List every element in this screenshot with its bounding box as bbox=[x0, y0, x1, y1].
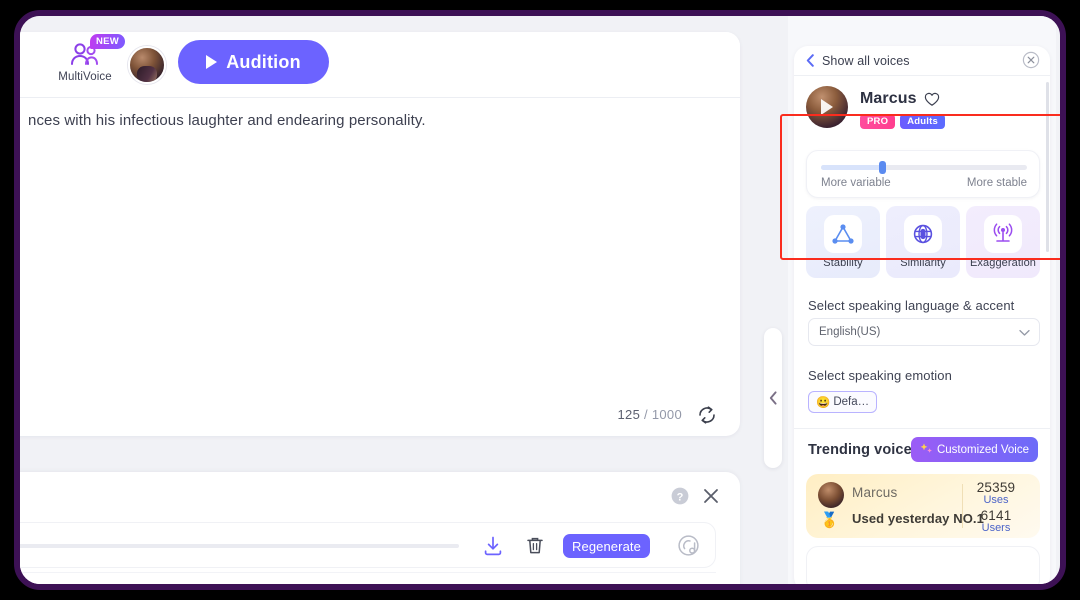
voice-badges: PRO Adults bbox=[860, 114, 945, 129]
slider-fill bbox=[821, 165, 883, 170]
trending-voice-name: Marcus bbox=[852, 485, 898, 500]
editor-text-area[interactable]: nces with his infectious laughter and en… bbox=[20, 98, 740, 436]
audition-label: Audition bbox=[226, 51, 301, 72]
multivoice-label: MultiVoice bbox=[58, 71, 112, 83]
new-badge: NEW bbox=[90, 34, 126, 49]
audition-button[interactable]: Audition bbox=[178, 40, 329, 84]
emotion-section-title: Select speaking emotion bbox=[808, 368, 952, 383]
broadcast-tower-icon bbox=[984, 215, 1022, 253]
chevron-left-icon bbox=[769, 391, 777, 405]
slider-label-left: More variable bbox=[821, 177, 891, 189]
voice-header: Marcus PRO Adults bbox=[794, 76, 1050, 142]
trending-voice-avatar bbox=[818, 482, 844, 508]
collapse-panel-handle[interactable] bbox=[764, 328, 782, 468]
customized-voice-button[interactable]: Customized Voice bbox=[910, 437, 1038, 462]
language-value: English(US) bbox=[819, 326, 881, 338]
users-count: 6141 bbox=[980, 508, 1012, 523]
panel-scrollbar[interactable] bbox=[1046, 82, 1049, 252]
globe-sphere-icon bbox=[904, 215, 942, 253]
voice-name: Marcus bbox=[860, 90, 917, 107]
sparkle-icon bbox=[920, 442, 933, 458]
regenerate-button[interactable]: Regenerate bbox=[563, 534, 650, 558]
player-footer-strip bbox=[20, 572, 716, 584]
voice-feature-buttons: Stability Similarity Exaggeration bbox=[806, 206, 1040, 278]
slider-label-right: More stable bbox=[966, 177, 1027, 189]
trending-voice-item[interactable]: Marcus 🥇 Used yesterday NO.1 25359 Uses … bbox=[806, 474, 1040, 538]
feature-label-similarity: Similarity bbox=[900, 257, 946, 269]
medal-icon: 🥇 bbox=[820, 512, 839, 529]
feature-label-stability: Stability bbox=[823, 257, 863, 269]
chevron-down-icon bbox=[1019, 328, 1030, 340]
panel-close-icon[interactable] bbox=[1022, 51, 1040, 69]
voice-settings-panel: Show all voices Marcus PRO Adults More v… bbox=[780, 16, 1060, 584]
multivoice-button[interactable]: NEW MultiVoice bbox=[54, 34, 126, 83]
svg-text:?: ? bbox=[677, 491, 684, 503]
section-divider bbox=[794, 428, 1050, 429]
script-editor-card: NEW MultiVoice Audition nces with his in… bbox=[20, 32, 740, 436]
stats-divider bbox=[962, 484, 963, 528]
player-header: ? bbox=[20, 472, 740, 522]
character-counter: 125 / 1000 bbox=[618, 407, 682, 422]
feature-button-stability[interactable]: Stability bbox=[806, 206, 880, 278]
app-window: NEW MultiVoice Audition nces with his in… bbox=[20, 16, 1060, 584]
stability-slider-card: More variable More stable bbox=[806, 150, 1040, 198]
trending-stat-uses: 25359 Uses bbox=[966, 480, 1026, 506]
language-select[interactable]: English(US) bbox=[808, 318, 1040, 346]
editor-toolbar: NEW MultiVoice Audition bbox=[20, 32, 740, 98]
triangle-nodes-icon bbox=[824, 215, 862, 253]
audio-progress-bar[interactable] bbox=[20, 544, 459, 548]
language-section-title: Select speaking language & accent bbox=[808, 298, 1015, 313]
char-limit: 1000 bbox=[651, 407, 682, 422]
help-icon[interactable]: ? bbox=[670, 486, 690, 506]
player-controls-row: Regenerate bbox=[20, 522, 716, 568]
feature-button-exaggeration[interactable]: Exaggeration bbox=[966, 206, 1040, 278]
audio-player-card: ? Regenerate bbox=[20, 472, 740, 584]
voice-avatar[interactable] bbox=[806, 86, 848, 128]
feature-label-exaggeration: Exaggeration bbox=[969, 257, 1037, 269]
feature-button-similarity[interactable]: Similarity bbox=[886, 206, 960, 278]
customized-voice-label: Customized Voice bbox=[936, 443, 1029, 456]
audio-effects-icon[interactable] bbox=[676, 533, 702, 559]
show-all-voices-link[interactable]: Show all voices bbox=[822, 54, 910, 68]
trending-stat-users: 6141 Users bbox=[966, 508, 1026, 534]
play-icon bbox=[206, 55, 218, 69]
editor-column: NEW MultiVoice Audition nces with his in… bbox=[20, 16, 756, 584]
favorite-heart-icon[interactable] bbox=[924, 92, 940, 112]
slider-labels: More variable More stable bbox=[821, 177, 1027, 189]
close-icon[interactable] bbox=[700, 485, 722, 507]
trending-voices-title: Trending voices bbox=[808, 442, 920, 458]
trending-voice-item-next[interactable] bbox=[806, 546, 1040, 584]
slider-thumb[interactable] bbox=[878, 161, 886, 174]
play-overlay-icon bbox=[821, 99, 833, 115]
refresh-icon[interactable] bbox=[696, 404, 718, 426]
char-separator: / bbox=[644, 407, 648, 422]
editor-text: nces with his infectious laughter and en… bbox=[28, 112, 426, 129]
device-frame: NEW MultiVoice Audition nces with his in… bbox=[14, 10, 1066, 590]
uses-label: Uses bbox=[983, 494, 1009, 506]
users-label: Users bbox=[981, 522, 1011, 534]
voice-settings-card: Show all voices Marcus PRO Adults More v… bbox=[794, 46, 1050, 584]
delete-icon[interactable] bbox=[524, 534, 546, 558]
trending-voice-subtitle: Used yesterday NO.1 bbox=[852, 511, 984, 526]
panel-header: Show all voices bbox=[794, 46, 1050, 76]
back-chevron-icon[interactable] bbox=[806, 54, 815, 67]
stability-slider[interactable] bbox=[821, 161, 1027, 174]
uses-count: 25359 bbox=[976, 480, 1016, 495]
selected-voice-avatar[interactable] bbox=[128, 46, 166, 84]
download-icon[interactable] bbox=[481, 534, 505, 558]
badge-pro: PRO bbox=[860, 114, 896, 129]
emotion-chip-label: Defa… bbox=[833, 396, 870, 408]
emotion-emoji-icon: 😀 bbox=[816, 397, 831, 409]
char-count: 125 bbox=[617, 407, 641, 422]
badge-adults: Adults bbox=[900, 114, 945, 129]
emotion-chip-default[interactable]: 😀 Defa… bbox=[808, 391, 878, 413]
